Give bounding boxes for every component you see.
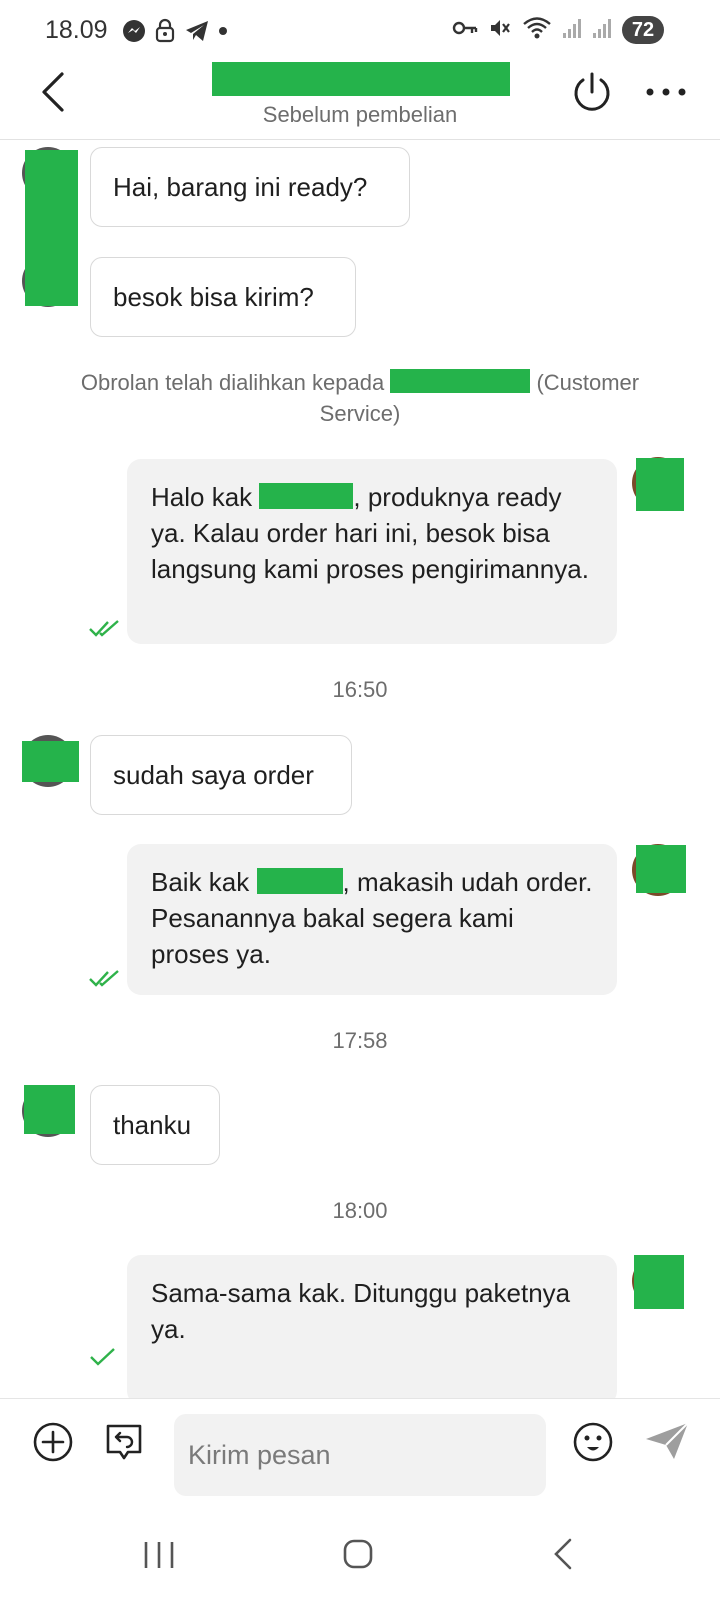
message-outgoing[interactable]: Baik kak , makasih udah order. Pesananny… (127, 844, 617, 995)
message-input[interactable] (174, 1414, 546, 1496)
dot-icon (219, 27, 227, 35)
status-bar: 18.09 72 (0, 0, 720, 62)
more-options-icon[interactable] (646, 80, 686, 104)
system-message: Obrolan telah dialihkan kepada (Customer… (40, 367, 680, 429)
message-outgoing[interactable]: Halo kak , produknya ready ya. Kalau ord… (127, 459, 617, 644)
avatar-redacted (636, 458, 684, 511)
system-navigation-bar (0, 1498, 720, 1600)
timestamp: 18:00 (332, 1198, 388, 1223)
avatar-redacted (636, 845, 686, 893)
message-incoming[interactable]: besok bisa kirim? (90, 257, 356, 337)
message-text: thanku (113, 1109, 192, 1140)
sent-check-icon (90, 1348, 115, 1366)
key-icon (452, 21, 478, 35)
home-icon[interactable] (342, 1538, 374, 1570)
avatar-redacted (634, 1255, 684, 1309)
message-text: Baik kak (151, 867, 250, 897)
timestamp: 16:50 (332, 677, 388, 702)
nav-back-icon[interactable] (552, 1538, 574, 1570)
battery-indicator: 72 (622, 16, 664, 44)
recent-apps-icon[interactable] (142, 1540, 176, 1570)
customer-name-redacted (256, 868, 343, 894)
agent-name-redacted (390, 369, 531, 393)
chat-area[interactable]: Hai, barang ini ready? besok bisa kirim?… (0, 141, 720, 1398)
message-text: Sama-sama kak. Ditunggu paketnya ya. (151, 1278, 571, 1344)
message-incoming[interactable]: Hai, barang ini ready? (90, 147, 410, 227)
message-composer (0, 1398, 720, 1498)
signal-icon (563, 19, 581, 38)
shop-name-redacted[interactable] (212, 62, 510, 96)
read-check-icon (89, 970, 119, 987)
message-incoming[interactable]: thanku (90, 1085, 220, 1165)
signal-icon (593, 19, 611, 38)
message-text: Hai, barang ini ready? (113, 171, 368, 202)
wifi-icon (523, 17, 551, 39)
avatar-redacted (22, 741, 79, 782)
timestamp: 17:58 (332, 1028, 388, 1053)
quick-reply-icon[interactable] (103, 1421, 145, 1463)
message-outgoing[interactable]: Sama-sama kak. Ditunggu paketnya ya. (127, 1255, 617, 1398)
customer-name-redacted (259, 483, 354, 509)
message-text: besok bisa kirim? (113, 281, 314, 312)
mute-icon (491, 20, 510, 36)
telegram-icon (186, 21, 208, 41)
read-check-icon (89, 620, 119, 637)
power-icon[interactable] (570, 70, 614, 114)
avatar-redacted (24, 1085, 75, 1134)
chat-header: Sebelum pembelian (0, 62, 720, 140)
emoji-icon[interactable] (572, 1421, 614, 1463)
message-incoming[interactable]: sudah saya order (90, 735, 352, 815)
message-text: Halo kak (151, 482, 253, 512)
status-time: 18.09 (45, 16, 108, 44)
system-message-prefix: Obrolan telah dialihkan kepada (80, 370, 385, 395)
messenger-icon (123, 20, 145, 42)
vpn-lock-icon (155, 18, 175, 43)
avatar-redacted (25, 150, 78, 306)
message-text: sudah saya order (113, 759, 314, 790)
send-icon[interactable] (644, 1421, 690, 1461)
add-attachment-icon[interactable] (32, 1421, 74, 1463)
